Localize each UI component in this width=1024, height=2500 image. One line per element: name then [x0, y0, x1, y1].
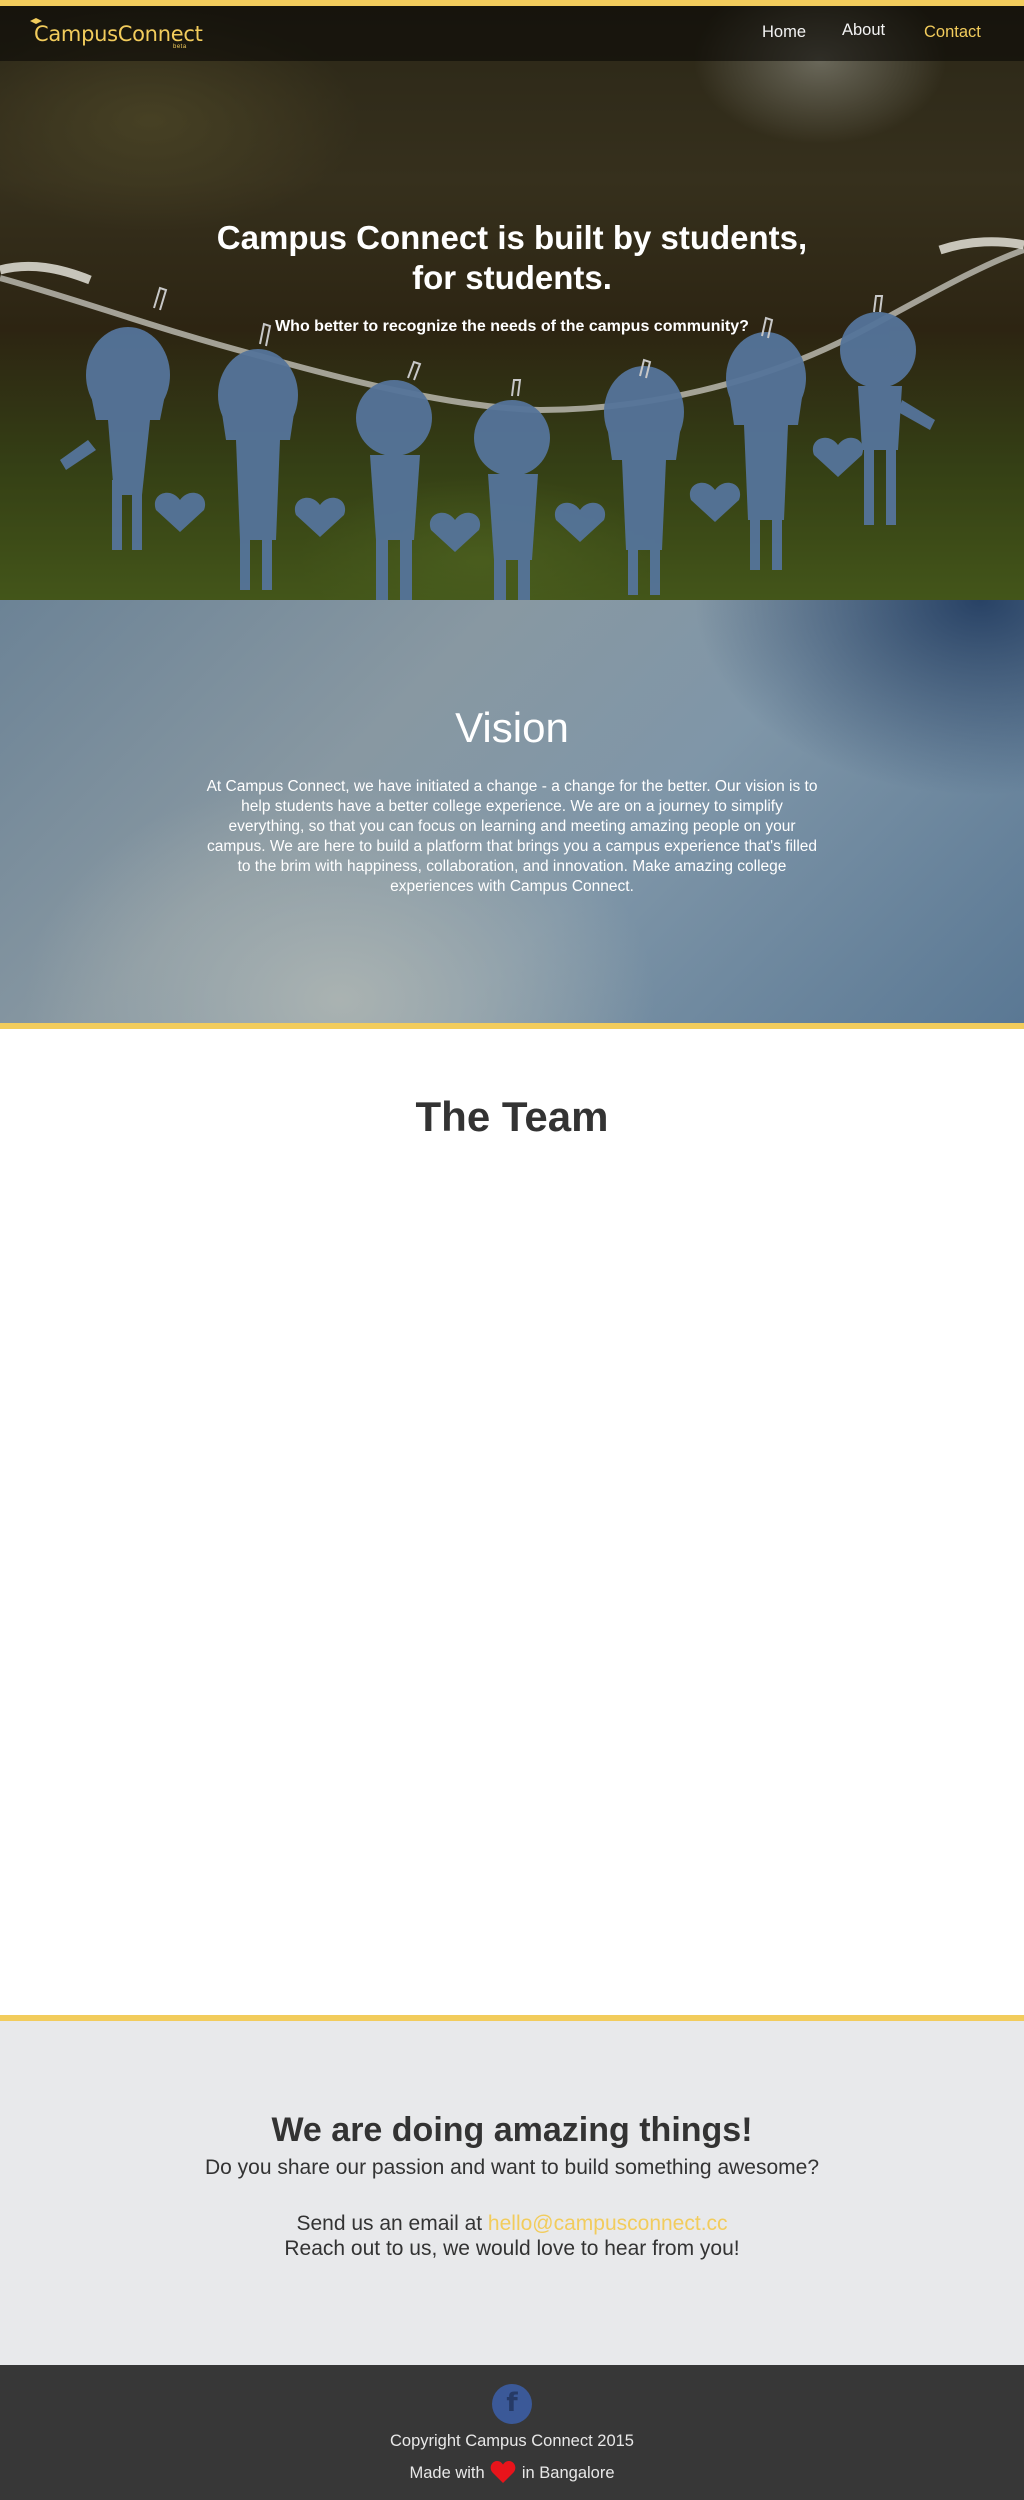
hero-subtitle: Who better to recognize the needs of the…: [275, 318, 749, 335]
vision-section: Vision At Campus Connect, we have initia…: [0, 600, 1024, 1023]
nav-contact-link[interactable]: Contact: [924, 23, 981, 42]
team-section: The Team: [0, 1029, 1024, 2015]
copyright-text: Copyright Campus Connect 2015: [390, 2432, 634, 2450]
facebook-glyph: f: [506, 2388, 518, 2418]
paper-chain-figures-illustration: [0, 237, 1024, 600]
navbar: CampusConnect beta Home About Contact: [0, 6, 1024, 61]
email-prefix-text: Send us an email at: [296, 2212, 488, 2235]
facebook-icon[interactable]: f: [492, 2384, 532, 2424]
nav-about-link[interactable]: About: [842, 21, 885, 40]
logo-beta-tag: beta: [173, 44, 187, 50]
vision-body: At Campus Connect, we have initiated a c…: [206, 778, 818, 895]
hero-title-line2: for students.: [412, 259, 612, 296]
join-title: We are doing amazing things!: [271, 2111, 753, 2149]
team-title: The Team: [415, 1093, 609, 1140]
join-section: We are doing amazing things! Do you shar…: [0, 2021, 1024, 2365]
hero-title-line1: Campus Connect is built by students,: [216, 219, 808, 256]
nav-home-link[interactable]: Home: [762, 23, 806, 42]
hero-title: Campus Connect is built by students, for…: [162, 218, 862, 298]
top-accent-bar: [0, 0, 1024, 6]
hero-section: Campus Connect is built by students, for…: [0, 0, 1024, 600]
join-reach-text: Reach out to us, we would love to hear f…: [284, 2237, 740, 2260]
logo-text: CampusConnect: [34, 22, 203, 46]
made-with-prefix: Made with: [409, 2464, 485, 2482]
heart-icon: [490, 2461, 516, 2483]
made-with-text: Made with in Bangalore: [0, 2460, 1024, 2484]
made-with-suffix: in Bangalore: [521, 2464, 615, 2482]
campusconnect-logo[interactable]: CampusConnect beta: [30, 16, 210, 52]
join-subtitle: Do you share our passion and want to bui…: [204, 2156, 820, 2179]
join-email-line: Send us an email at hello@campusconnect.…: [0, 2212, 1024, 2236]
vision-title: Vision: [455, 704, 569, 751]
footer: f Copyright Campus Connect 2015 Made wit…: [0, 2365, 1024, 2500]
email-link[interactable]: hello@campusconnect.cc: [488, 2212, 728, 2235]
